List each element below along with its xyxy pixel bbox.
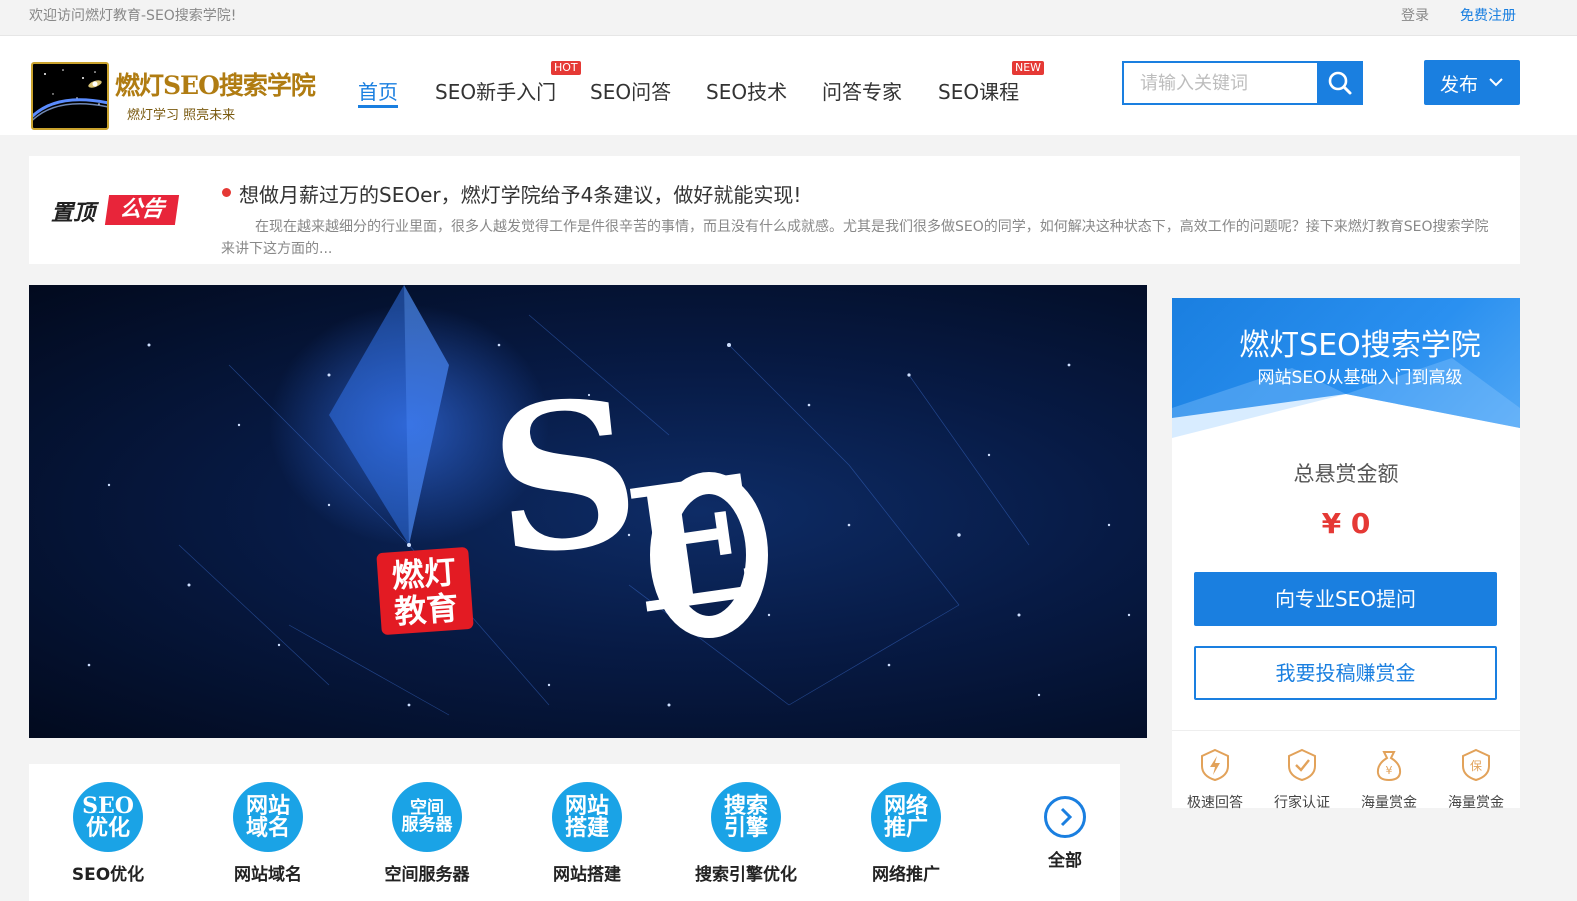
feature-label: 海量赏金 [1361, 795, 1417, 811]
chevron-down-icon [1489, 78, 1503, 87]
notice-title: 想做月薪过万的SEOer，燃灯学院给予4条建议，做好就能实现! [239, 183, 802, 207]
lightning-shield-icon [1201, 748, 1229, 782]
category-domain[interactable]: 网站 域名 网站域名 [198, 782, 338, 885]
feature-expert-verified: 行家认证 [1262, 748, 1342, 812]
category-icon-line2: 域名 [245, 815, 290, 841]
nav-home[interactable]: 首页 [358, 76, 398, 105]
category-icon-line2: 引擎 [723, 815, 768, 841]
check-shield-icon [1288, 748, 1316, 782]
category-icon-line1: 网站 [245, 793, 290, 819]
logo-title: 燃灯SEO搜索学院 [115, 71, 316, 100]
nav-seo-qa[interactable]: SEO问答 [590, 76, 671, 105]
stamp-line-2: 教育 [393, 589, 460, 631]
hot-badge: HOT [551, 61, 581, 75]
category-icon: 空间 服务器 [392, 782, 462, 852]
logo-slogan: 燃灯学习 照亮未来 [127, 108, 236, 123]
category-seo-optimization[interactable]: SEO 优化 SEO优化 [38, 782, 178, 885]
site-header: 燃灯SEO搜索学院 燃灯学习 照亮未来 首页 SEO新手入门 HOT SEO问答… [0, 36, 1577, 135]
chevron-right-circle-icon [1044, 796, 1086, 838]
panel-header: 燃灯SEO搜索学院 网站SEO从基础入门到高级 [1172, 298, 1520, 440]
category-icon: 网站 域名 [233, 782, 303, 852]
search-input[interactable] [1124, 63, 1315, 103]
category-search-engine[interactable]: 搜索 引擎 搜索引擎优化 [676, 782, 816, 885]
panel-divider [1172, 730, 1520, 731]
category-label: SEO优化 [71, 865, 145, 885]
category-icon-line2: 优化 [85, 815, 130, 841]
bounty-panel: 燃灯SEO搜索学院 网站SEO从基础入门到高级 总悬赏金额 ¥ 0 向专业SEO… [1172, 298, 1520, 811]
category-label: 网站搭建 [553, 865, 621, 885]
nav-seo-tech[interactable]: SEO技术 [706, 76, 787, 105]
hero-banner[interactable]: S E 燃灯 教育 [29, 285, 1147, 738]
category-bar: SEO 优化 SEO优化 网站 域名 网站域名 空间 服务器 空间服务器 网站 … [29, 764, 1120, 901]
category-icon-line1: SEO [82, 793, 134, 819]
notice-title-link[interactable]: 想做月薪过万的SEOer，燃灯学院给予4条建议，做好就能实现! [222, 179, 801, 208]
new-badge: NEW [1012, 61, 1045, 75]
guarantee-glyph: 保 [1470, 759, 1482, 773]
category-icon-line1: 搜索 [723, 793, 768, 819]
category-site-building[interactable]: 网站 搭建 网站搭建 [517, 782, 657, 885]
pinned-notice-badge: 置顶 公告 [51, 195, 180, 226]
feature-label: 行家认证 [1274, 795, 1330, 811]
category-online-marketing[interactable]: 网络 推广 网络推广 [836, 782, 976, 885]
feature-massive-bounty: ¥ 海量赏金 [1349, 748, 1429, 812]
panel-subtitle: 网站SEO从基础入门到高级 [1257, 368, 1463, 388]
category-icon-line2: 推广 [883, 815, 928, 841]
welcome-text: 欢迎访问燃灯教育-SEO搜索学院! [29, 8, 237, 24]
category-icon: 网站 搭建 [552, 782, 622, 852]
category-hosting[interactable]: 空间 服务器 空间服务器 [357, 782, 497, 885]
svg-text:¥: ¥ [1386, 764, 1393, 777]
category-label: 空间服务器 [384, 865, 470, 885]
pinned-notice: 置顶 公告 想做月薪过万的SEOer，燃灯学院给予4条建议，做好就能实现! 在现… [29, 156, 1520, 264]
category-label: 网络推广 [872, 865, 940, 885]
nav-qa-experts[interactable]: 问答专家 [822, 76, 902, 105]
notice-excerpt: 在现在越来越细分的行业里面，很多人越发觉得工作是件很辛苦的事情，而且没有什么成就… [221, 219, 1489, 257]
category-all[interactable]: 全部 [1035, 796, 1095, 871]
category-icon-line2: 搭建 [564, 815, 609, 841]
category-icon: 网络 推广 [871, 782, 941, 852]
ask-expert-button[interactable]: 向专业SEO提问 [1194, 572, 1497, 626]
feature-label: 海量赏金 [1448, 795, 1504, 811]
category-label: 网站域名 [234, 865, 302, 885]
panel-title: 燃灯SEO搜索学院 [1239, 328, 1481, 363]
search-button[interactable] [1317, 63, 1363, 103]
category-icon: SEO 优化 [73, 782, 143, 852]
total-bounty-amount: ¥ 0 [1321, 507, 1371, 540]
register-link[interactable]: 免费注册 [1460, 5, 1516, 25]
announcement-label: 公告 [104, 195, 180, 225]
search-icon [1328, 71, 1352, 95]
category-icon-line2: 服务器 [401, 815, 453, 835]
guarantee-shield-icon: 保 [1462, 748, 1490, 782]
nav-active-indicator [358, 105, 398, 108]
feature-guarantee: 保 海量赏金 [1436, 748, 1516, 812]
publish-dropdown-button[interactable]: 发布 [1424, 60, 1520, 105]
category-label: 搜索引擎优化 [695, 865, 797, 885]
login-link[interactable]: 登录 [1401, 5, 1429, 25]
category-all-label: 全部 [1048, 851, 1082, 871]
logo-planet-icon [31, 62, 109, 130]
feature-label: 极速回答 [1187, 795, 1243, 811]
nav-seo-courses[interactable]: SEO课程 [938, 76, 1019, 105]
search-box [1122, 61, 1363, 105]
category-icon-line1: 网络 [883, 793, 928, 819]
category-icon-line1: 网站 [564, 793, 609, 819]
top-bar: 欢迎访问燃灯教育-SEO搜索学院! 登录 免费注册 [0, 0, 1577, 36]
submit-article-button[interactable]: 我要投稿赚赏金 [1194, 646, 1497, 700]
pinned-label: 置顶 [51, 201, 96, 226]
publish-label: 发布 [1440, 74, 1479, 96]
feature-fast-answer: 极速回答 [1175, 748, 1255, 812]
banner-artwork: S E 燃灯 教育 [87, 285, 1131, 716]
money-bag-icon: ¥ [1376, 751, 1402, 782]
nav-seo-beginner[interactable]: SEO新手入门 [435, 76, 556, 105]
total-bounty-label: 总悬赏金额 [1293, 462, 1399, 486]
site-logo[interactable]: 燃灯SEO搜索学院 燃灯学习 照亮未来 [31, 62, 316, 132]
category-icon: 搜索 引擎 [711, 782, 781, 852]
